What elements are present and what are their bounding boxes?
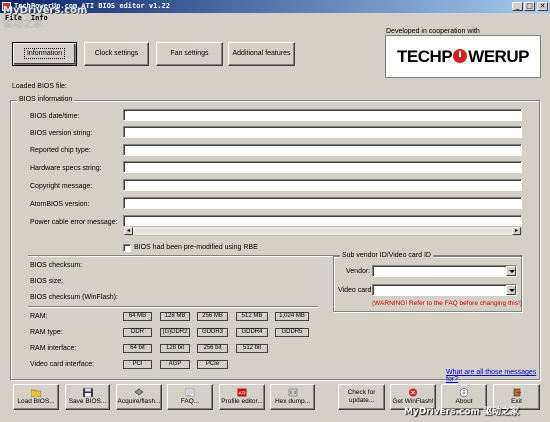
- ram-type-option: (G)DDR2: [160, 328, 190, 337]
- folder-icon: [31, 389, 41, 397]
- floppy-icon: [82, 388, 93, 397]
- tab-label: Fan settings: [170, 50, 209, 57]
- power-cable-scrollbar[interactable]: ◂ ▸: [123, 226, 522, 236]
- subvendor-title: Sub vendor ID/Video card ID: [340, 252, 433, 259]
- faq-button[interactable]: FAQ...: [167, 384, 213, 410]
- check-update-button[interactable]: Check for update...: [338, 384, 385, 410]
- hardware-specs-field[interactable]: [123, 161, 522, 173]
- hex-icon: [288, 388, 297, 397]
- menu-info[interactable]: Info: [31, 13, 48, 23]
- tab-additional-features[interactable]: Additional features: [228, 42, 295, 66]
- chip-type-label: Reported chip type:: [30, 147, 91, 154]
- ram-interface-option: 512 bit: [236, 344, 268, 353]
- ram-type-option: GDDR5: [275, 328, 309, 337]
- logo-text-end: WERUP: [468, 47, 529, 66]
- toolbar-label: Acquire/flash...: [117, 398, 161, 405]
- bios-date-label: BIOS date/time:: [30, 113, 80, 120]
- chevron-down-icon[interactable]: [506, 285, 516, 295]
- tab-fan-settings[interactable]: Fan settings: [156, 42, 223, 66]
- toolbar-label: Check for update...: [347, 389, 376, 404]
- bios-size-label: BIOS size:: [30, 278, 64, 285]
- ati-icon: ATI: [237, 388, 247, 397]
- checksum-winflash-label: BIOS checksum (WinFlash):: [30, 294, 118, 301]
- divider: [28, 306, 318, 308]
- toolbar-label: Load BIOS...: [17, 398, 55, 405]
- power-icon: [453, 49, 468, 63]
- atombios-field[interactable]: [123, 197, 522, 209]
- ram-interface-option: 256 bit: [197, 344, 228, 353]
- tab-label: Clock settings: [94, 50, 139, 57]
- loaded-bios-label: Loaded BIOS file:: [12, 83, 67, 90]
- bios-date-field[interactable]: [123, 109, 522, 121]
- bios-version-field[interactable]: [123, 126, 522, 138]
- checksum-label: BIOS checksum:: [30, 262, 83, 269]
- video-interface-label: Video card interface:: [30, 361, 95, 368]
- faq-messages-link[interactable]: What are all those messages for?: [446, 369, 550, 383]
- ram-option: 128 MB: [160, 312, 190, 321]
- maximize-button[interactable]: □: [524, 2, 535, 11]
- chip-type-field[interactable]: [123, 144, 522, 156]
- ram-type-label: RAM type:: [30, 329, 63, 336]
- toolbar-label: Profile editor...: [221, 398, 263, 405]
- video-interface-option: PCIe: [197, 360, 228, 369]
- coop-caption: Developed in cooperation with: [386, 28, 480, 35]
- tab-clock-settings[interactable]: Clock settings: [84, 42, 149, 66]
- ram-label: RAM:: [30, 313, 48, 320]
- subvendor-warning: (WARNING! Refer to the FAQ before changi…: [372, 300, 523, 307]
- ram-type-option: DDR: [123, 328, 152, 337]
- toolbar-label: Save BIOS...: [68, 398, 107, 405]
- watermark-bottom: MyDrivers.com 驱动之家: [404, 407, 520, 417]
- tab-information[interactable]: Information: [12, 42, 77, 66]
- tab-label: Additional features: [232, 50, 291, 57]
- bios-info-title: BIOS information: [17, 96, 75, 103]
- premodified-checkbox[interactable]: [123, 244, 131, 252]
- save-bios-button[interactable]: Save BIOS...: [65, 384, 110, 410]
- tab-label: Information: [23, 48, 66, 59]
- scroll-right-icon[interactable]: ▸: [512, 227, 521, 235]
- ram-option: 256 MB: [197, 312, 228, 321]
- atombios-label: AtomBIOS version:: [30, 201, 90, 208]
- faq-icon: [185, 388, 195, 397]
- vendor-select[interactable]: [372, 265, 517, 277]
- toolbar-label: FAQ...: [180, 398, 200, 405]
- copyright-label: Copyright message:: [30, 183, 93, 190]
- logo-text-start: TECHP: [397, 47, 453, 66]
- minimize-button[interactable]: _: [512, 2, 523, 11]
- vendor-label: Vendor:: [346, 268, 371, 275]
- toolbar-label: Hex dump...: [274, 398, 311, 405]
- bios-info-group: BIOS information: [10, 96, 540, 380]
- copyright-field[interactable]: [123, 179, 522, 191]
- close-button[interactable]: ✕: [537, 2, 548, 11]
- chip-icon: [134, 388, 144, 396]
- techpowerup-logo[interactable]: TECHP WERUP: [385, 35, 541, 78]
- hardware-specs-label: Hardware specs string:: [30, 165, 102, 172]
- hex-dump-button[interactable]: Hex dump...: [270, 384, 315, 410]
- videocard-select[interactable]: [372, 284, 517, 296]
- menu-bar: File Info: [0, 13, 550, 23]
- acquire-flash-button[interactable]: Acquire/flash...: [116, 384, 162, 410]
- video-interface-option: AGP: [160, 360, 190, 369]
- bios-version-label: BIOS version string:: [30, 130, 93, 137]
- svg-text:ATI: ATI: [239, 391, 246, 396]
- menu-file[interactable]: File: [5, 13, 22, 23]
- chevron-down-icon[interactable]: [506, 266, 516, 276]
- video-interface-option: PCI: [123, 360, 152, 369]
- ram-interface-label: RAM interface:: [30, 345, 77, 352]
- ram-interface-option: 64 bit: [123, 344, 152, 353]
- load-bios-button[interactable]: Load BIOS...: [13, 384, 59, 410]
- ram-option: 64 MB: [123, 312, 152, 321]
- premodified-label: BIOS had been pre-modified using RBE: [134, 244, 258, 251]
- ram-type-option: GDDR3: [197, 328, 228, 337]
- exit-icon: [513, 388, 521, 397]
- ram-option: 1,024 MB: [275, 312, 309, 321]
- winflash-icon: [409, 388, 417, 397]
- power-cable-label: Power cable error message:: [30, 219, 118, 226]
- videocard-label: Video card:: [338, 287, 374, 294]
- ram-interface-option: 128 bit: [160, 344, 190, 353]
- scroll-left-icon[interactable]: ◂: [124, 227, 133, 235]
- ram-option: 512 MB: [236, 312, 268, 321]
- profile-editor-button[interactable]: ATI Profile editor...: [219, 384, 265, 410]
- ram-type-option: GDDR4: [236, 328, 268, 337]
- info-icon: [459, 388, 469, 397]
